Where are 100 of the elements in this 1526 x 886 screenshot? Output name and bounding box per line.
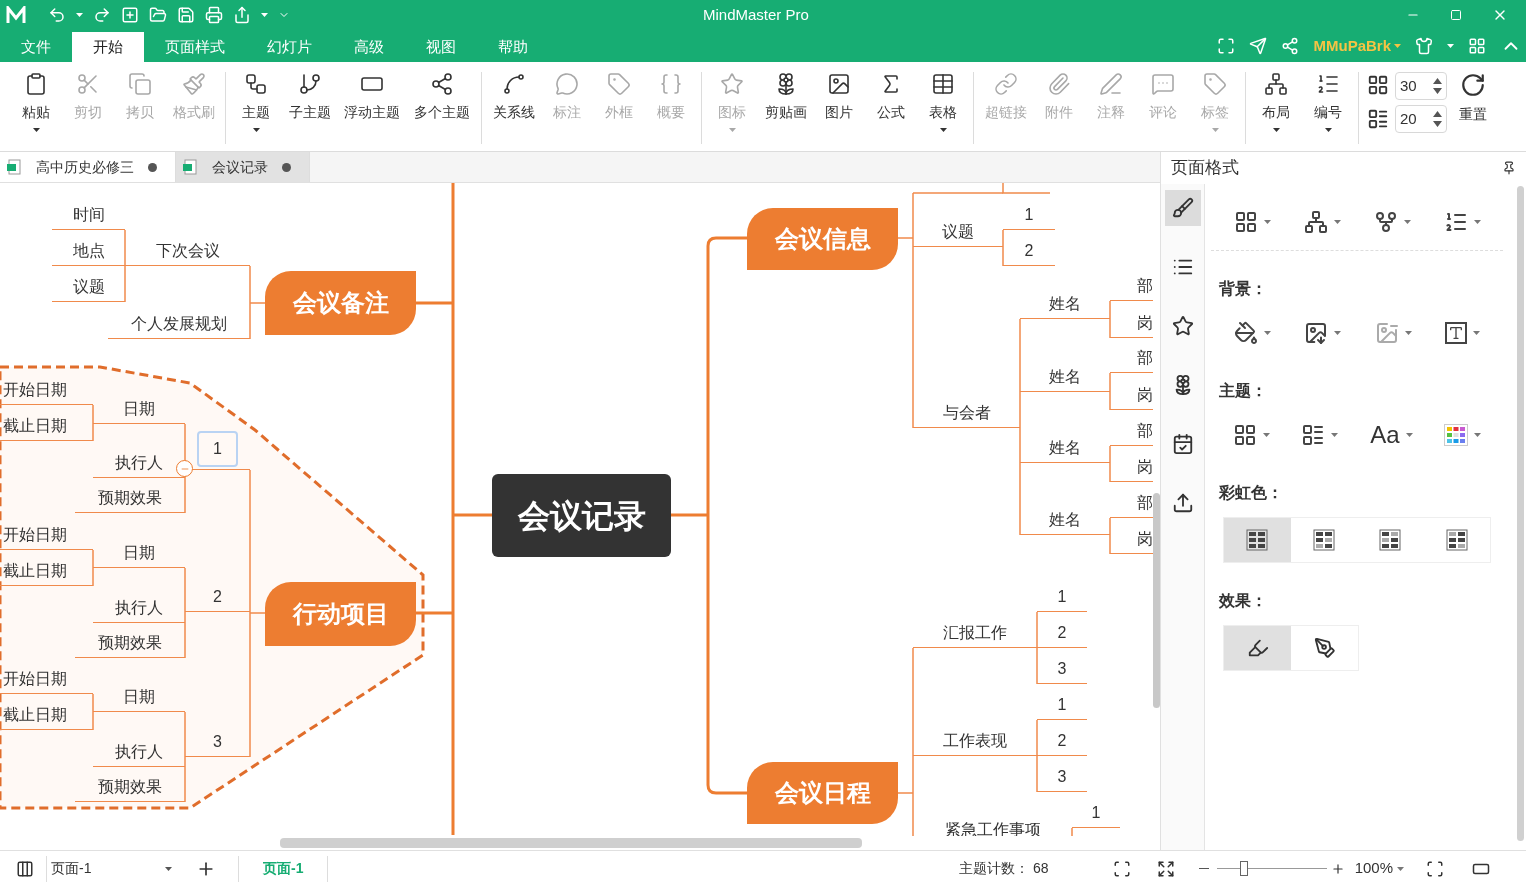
format-dropdown[interactable] — [1303, 210, 1341, 234]
topic-label[interactable]: 执行人 — [111, 453, 167, 473]
topic-label[interactable]: 1 — [199, 433, 236, 465]
image-download-icon — [1304, 321, 1329, 345]
topic-label[interactable]: 汇报工作 — [939, 623, 1011, 643]
topic-label[interactable]: 1 — [1053, 587, 1071, 607]
menu-tab[interactable]: 开始 — [72, 32, 144, 62]
topic-label[interactable]: 2 — [1020, 241, 1038, 261]
format-dropdown[interactable] — [1445, 322, 1481, 344]
toolbar-button[interactable]: 图片 — [813, 72, 865, 123]
topic-label[interactable]: 截止日期 — [0, 705, 71, 725]
paintbrush-icon — [181, 72, 206, 96]
panel-scrollbar[interactable] — [1517, 186, 1524, 841]
format-dropdown[interactable] — [1233, 210, 1271, 234]
topic-label[interactable]: 执行人 — [111, 742, 167, 762]
star-icon — [720, 72, 744, 96]
toolbar-button[interactable]: 表格 — [917, 72, 969, 132]
toolbar-button[interactable]: 关系线 — [486, 72, 541, 123]
document-tab[interactable]: 高中历史必修三 — [0, 152, 176, 182]
connector-line — [1109, 445, 1111, 483]
zoom-slider[interactable] — [1216, 860, 1327, 877]
topic-icon — [244, 72, 268, 96]
spacing-field[interactable]: 20 — [1395, 105, 1447, 133]
topic-label[interactable]: 2 — [1053, 623, 1071, 643]
reset-icon — [1460, 72, 1486, 98]
topic-label[interactable]: 地点 — [68, 241, 109, 261]
topic-label[interactable]: 与会者 — [938, 403, 995, 423]
central-topic[interactable]: 会议记录 — [492, 474, 671, 557]
topic-label[interactable]: 议题 — [68, 277, 109, 297]
topic-label[interactable]: 时间 — [68, 205, 109, 225]
scissors-icon — [76, 72, 100, 96]
topic-label[interactable]: 部 — [1133, 276, 1153, 296]
toolbar-button[interactable]: 剪贴画 — [758, 72, 813, 123]
format-dropdown[interactable] — [1444, 424, 1482, 446]
topic-label[interactable]: 姓名 — [1045, 438, 1085, 458]
topic-label[interactable]: 1 — [1087, 803, 1105, 823]
effect-option[interactable] — [1224, 626, 1291, 670]
rainbow-option[interactable] — [1224, 518, 1291, 562]
topic-label[interactable]: 预期效果 — [94, 777, 166, 797]
toolbar-button[interactable]: 多个主题 — [407, 72, 477, 123]
topic-label[interactable]: 姓名 — [1045, 510, 1085, 530]
toolbar-button[interactable]: 公式 — [865, 72, 917, 123]
topic-label[interactable]: 议题 — [938, 222, 978, 242]
topic-label[interactable]: 岗 — [1133, 529, 1153, 549]
format-dropdown[interactable] — [1301, 423, 1339, 447]
topic-label[interactable]: 预期效果 — [94, 488, 166, 508]
toolbar-button[interactable]: 浮动主题 — [337, 72, 407, 123]
toolbar-button[interactable]: 编号 — [1302, 72, 1354, 132]
zoom-select[interactable]: 100% — [1354, 857, 1404, 880]
topic-label[interactable]: 截止日期 — [0, 416, 71, 436]
topic-label[interactable]: 岗 — [1133, 457, 1153, 477]
reset-button[interactable]: 重置 — [1453, 72, 1493, 125]
section-label: 主题： — [1218, 381, 1268, 401]
toolbar-button[interactable]: 主题 — [230, 72, 282, 132]
toolbar-button[interactable]: 粘贴 — [10, 72, 62, 132]
topic-label[interactable]: 预期效果 — [94, 633, 166, 653]
topic-label[interactable]: 2 — [209, 587, 226, 607]
topic-label[interactable]: 执行人 — [111, 598, 167, 618]
vertical-scrollbar[interactable] — [1153, 493, 1160, 708]
topic-label[interactable]: 开始日期 — [0, 669, 71, 689]
topic-label[interactable]: 姓名 — [1045, 367, 1085, 387]
topic-label[interactable]: 部 — [1133, 493, 1153, 513]
stepper-icon — [1433, 111, 1442, 127]
topic-label[interactable]: 开始日期 — [0, 380, 71, 400]
format-dropdown[interactable] — [1232, 423, 1270, 447]
topic-label[interactable]: 3 — [209, 732, 226, 752]
connector-line — [1071, 827, 1073, 836]
topic-label[interactable]: 日期 — [119, 687, 159, 707]
topic-label[interactable]: 部 — [1133, 421, 1153, 441]
file-icon — [182, 159, 198, 175]
topic-label[interactable]: 截止日期 — [0, 561, 71, 581]
format-dropdown[interactable] — [1443, 210, 1481, 234]
topic-label[interactable]: 部 — [1133, 348, 1153, 368]
topic-label[interactable]: 姓名 — [1045, 294, 1085, 314]
document-tab[interactable]: 会议记录 — [176, 152, 310, 182]
format-dropdown[interactable] — [1233, 321, 1271, 345]
topic-label[interactable]: 开始日期 — [0, 525, 71, 545]
format-dropdown[interactable] — [1304, 321, 1342, 345]
toolbar-button[interactable]: 布局 — [1250, 72, 1302, 132]
topic-label[interactable]: 1 — [1020, 205, 1038, 225]
topic-label[interactable]: 岗 — [1133, 385, 1153, 405]
format-dropdown[interactable]: Aa — [1370, 417, 1413, 453]
topic-label[interactable]: 下次会议 — [151, 241, 224, 261]
topic-label[interactable]: 日期 — [119, 543, 159, 563]
topic-label[interactable]: 2 — [1053, 731, 1071, 751]
toolbar-button[interactable]: 子主题 — [282, 72, 337, 123]
side-tab[interactable] — [1164, 190, 1201, 226]
topic-label[interactable]: 3 — [1053, 767, 1071, 787]
topic-label[interactable]: 日期 — [119, 399, 159, 419]
file-icon — [6, 159, 22, 175]
topic-label[interactable]: 3 — [1053, 659, 1071, 679]
caret-icon — [1473, 331, 1481, 335]
topic-label[interactable]: 岗 — [1133, 313, 1153, 333]
topic-label[interactable]: 个人发展规划 — [127, 314, 231, 334]
page-select[interactable]: 页面-1 — [46, 855, 176, 882]
format-dropdown[interactable] — [1373, 210, 1411, 234]
spacing-field[interactable]: 30 — [1395, 72, 1447, 100]
topic-label[interactable]: 1 — [1053, 695, 1071, 715]
topic-label[interactable]: 工作表现 — [939, 731, 1011, 751]
vertical-spacing-icon — [1367, 108, 1389, 130]
